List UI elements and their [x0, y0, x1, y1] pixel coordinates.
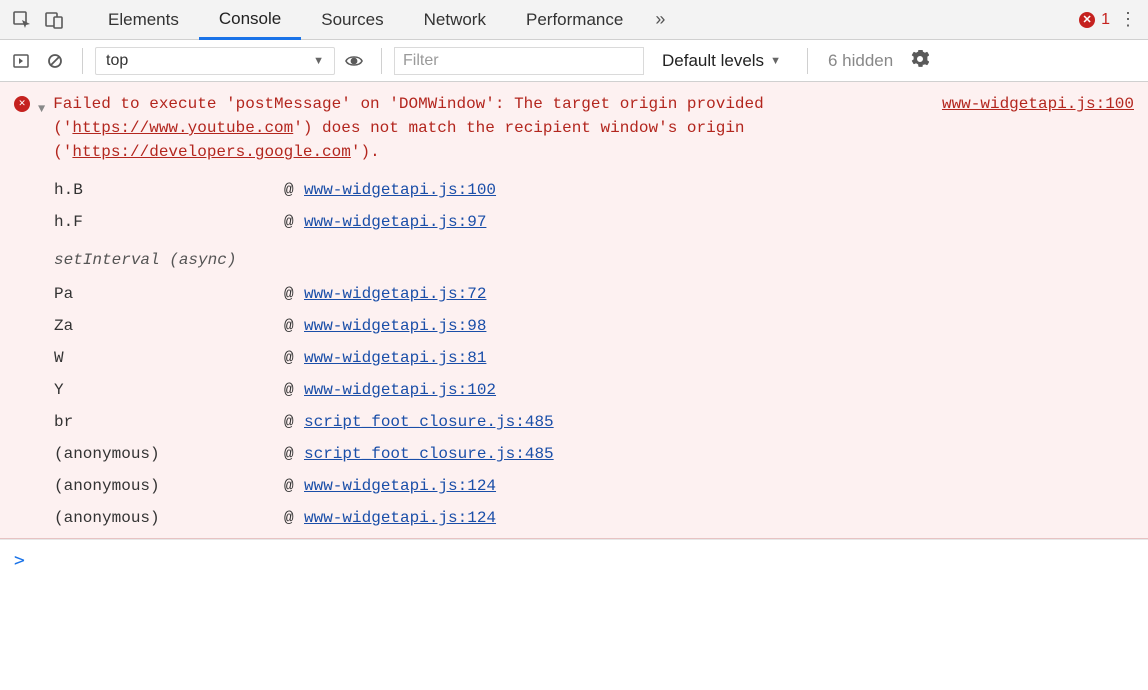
- tab-console[interactable]: Console: [199, 0, 301, 40]
- frame-function: br: [54, 410, 284, 434]
- inspect-element-icon[interactable]: [6, 4, 38, 36]
- device-toolbar-icon[interactable]: [38, 4, 70, 36]
- error-count: 1: [1101, 11, 1110, 29]
- at-symbol: @: [284, 346, 304, 370]
- stack-frame: (anonymous) @ script_foot_closure.js:485: [54, 438, 1134, 470]
- frame-source-link[interactable]: script_foot_closure.js:485: [304, 442, 554, 466]
- separator: [82, 48, 83, 74]
- frame-function: (anonymous): [54, 506, 284, 530]
- console-prompt[interactable]: >: [0, 539, 1148, 581]
- stack-frame: Za @ www-widgetapi.js:98: [54, 310, 1134, 342]
- stack-frame: (anonymous) @ www-widgetapi.js:124: [54, 470, 1134, 502]
- frame-source-link[interactable]: www-widgetapi.js:81: [304, 346, 486, 370]
- clear-console-icon[interactable]: [40, 46, 70, 76]
- stack-frame: h.B @ www-widgetapi.js:100: [54, 174, 1134, 206]
- at-symbol: @: [284, 210, 304, 234]
- tab-performance[interactable]: Performance: [506, 0, 643, 40]
- at-symbol: @: [284, 178, 304, 202]
- frame-source-link[interactable]: www-widgetapi.js:100: [304, 178, 496, 202]
- at-symbol: @: [284, 410, 304, 434]
- chevron-down-icon: ▼: [770, 55, 781, 67]
- live-expression-icon[interactable]: [339, 46, 369, 76]
- frame-function: Za: [54, 314, 284, 338]
- at-symbol: @: [284, 378, 304, 402]
- hidden-count[interactable]: 6 hidden: [820, 51, 901, 71]
- at-symbol: @: [284, 314, 304, 338]
- frame-function: (anonymous): [54, 474, 284, 498]
- console-error-entry: ✕ ▼ Failed to execute 'postMessage' on '…: [0, 82, 1148, 539]
- separator: [381, 48, 382, 74]
- frame-source-link[interactable]: www-widgetapi.js:72: [304, 282, 486, 306]
- stack-frame: Y @ www-widgetapi.js:102: [54, 374, 1134, 406]
- tab-elements[interactable]: Elements: [88, 0, 199, 40]
- origin-link-2[interactable]: https://developers.google.com: [72, 143, 350, 161]
- frame-source-link[interactable]: www-widgetapi.js:97: [304, 210, 486, 234]
- at-symbol: @: [284, 282, 304, 306]
- log-levels-selector[interactable]: Default levels ▼: [648, 51, 795, 71]
- filter-input[interactable]: [394, 47, 644, 75]
- context-value: top: [106, 52, 128, 70]
- panel-tabs: Elements Console Sources Network Perform…: [88, 0, 643, 40]
- stack-frame: br @ script_foot_closure.js:485: [54, 406, 1134, 438]
- error-message: Failed to execute 'postMessage' on 'DOMW…: [53, 92, 914, 164]
- toggle-sidebar-icon[interactable]: [6, 46, 36, 76]
- log-levels-label: Default levels: [662, 51, 764, 71]
- stack-frame: h.F @ www-widgetapi.js:97: [54, 206, 1134, 238]
- frame-function: (anonymous): [54, 442, 284, 466]
- frame-function: h.B: [54, 178, 284, 202]
- frame-function: W: [54, 346, 284, 370]
- error-source-link[interactable]: www-widgetapi.js:100: [942, 92, 1134, 116]
- error-icon: ✕: [1079, 12, 1095, 28]
- tab-sources[interactable]: Sources: [301, 0, 403, 40]
- devtools-top-bar: Elements Console Sources Network Perform…: [0, 0, 1148, 40]
- context-selector[interactable]: top ▼: [95, 47, 335, 75]
- stack-frame: (anonymous) @ www-widgetapi.js:124: [54, 502, 1134, 534]
- frame-source-link[interactable]: www-widgetapi.js:102: [304, 378, 496, 402]
- settings-icon[interactable]: [905, 50, 935, 72]
- frame-source-link[interactable]: www-widgetapi.js:124: [304, 506, 496, 530]
- async-boundary-label: setInterval (async): [54, 238, 1134, 278]
- stack-frame: W @ www-widgetapi.js:81: [54, 342, 1134, 374]
- frame-source-link[interactable]: www-widgetapi.js:98: [304, 314, 486, 338]
- stack-trace: h.B @ www-widgetapi.js:100 h.F @ www-wid…: [54, 174, 1134, 534]
- console-toolbar: top ▼ Default levels ▼ 6 hidden: [0, 40, 1148, 82]
- error-count-badge[interactable]: ✕ 1: [1079, 11, 1110, 29]
- frame-source-link[interactable]: www-widgetapi.js:124: [304, 474, 496, 498]
- at-symbol: @: [284, 442, 304, 466]
- frame-function: Pa: [54, 282, 284, 306]
- at-symbol: @: [284, 506, 304, 530]
- origin-link-1[interactable]: https://www.youtube.com: [72, 119, 293, 137]
- frame-function: Y: [54, 378, 284, 402]
- chevron-down-icon: ▼: [313, 55, 324, 67]
- stack-frame: Pa @ www-widgetapi.js:72: [54, 278, 1134, 310]
- more-tabs-icon[interactable]: »: [643, 9, 677, 30]
- error-icon: ✕: [14, 96, 30, 112]
- frame-function: h.F: [54, 210, 284, 234]
- frame-source-link[interactable]: script_foot_closure.js:485: [304, 410, 554, 434]
- disclosure-triangle-icon[interactable]: ▼: [38, 97, 45, 121]
- at-symbol: @: [284, 474, 304, 498]
- tab-network[interactable]: Network: [404, 0, 506, 40]
- more-options-icon[interactable]: ⋮: [1114, 9, 1142, 30]
- separator: [807, 48, 808, 74]
